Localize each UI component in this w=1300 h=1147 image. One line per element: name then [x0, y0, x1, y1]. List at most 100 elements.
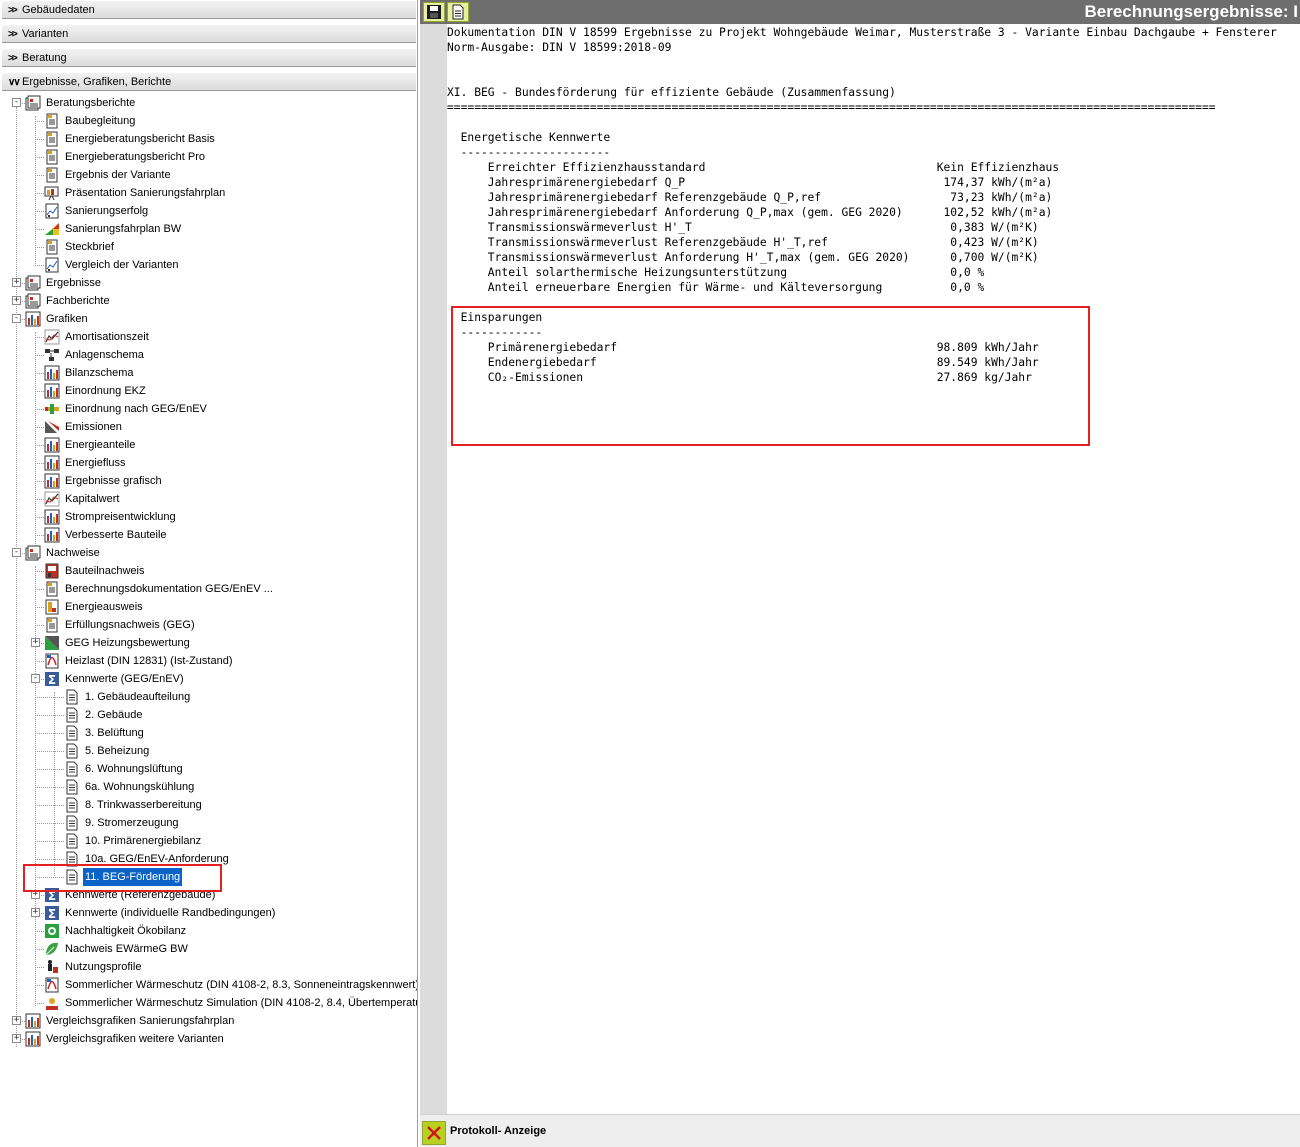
tree-item-vergleichsgrafiken-weitere-varianten[interactable]: + Vergleichsgrafiken weitere Varianten — [0, 1030, 417, 1048]
document-icon — [452, 4, 464, 20]
tree-item-einordnung-ekz[interactable]: Einordnung EKZ — [0, 382, 417, 400]
tree-item-energiefluss[interactable]: Energiefluss — [0, 454, 417, 472]
tree-item-label: 5. Beheizung — [85, 745, 150, 757]
tree-item-emissionen[interactable]: Emissionen — [0, 418, 417, 436]
tree-item-geg-heizungsbewertung[interactable]: + GEG Heizungsbewertung — [0, 634, 417, 652]
accordion-beratung[interactable]: >> Beratung — [2, 48, 416, 67]
tree-connector-line — [35, 805, 64, 806]
tree-connector-line — [35, 463, 44, 464]
tree-item-grafiken[interactable]: - Grafiken — [0, 310, 417, 328]
tree-item-nutzungsprofile[interactable]: Nutzungsprofile — [0, 958, 417, 976]
tree-item-1-gebäudeaufteilung[interactable]: 1. Gebäudeaufteilung — [0, 688, 417, 706]
tree-item-label: Einordnung nach GEG/EnEV — [65, 403, 207, 415]
report-folder-icon — [25, 293, 41, 309]
tree-connector-line — [35, 769, 64, 770]
expand-icon[interactable]: + — [12, 278, 21, 287]
bar-chart-icon — [25, 311, 41, 327]
tree-item-label: Fachberichte — [46, 295, 110, 307]
tree-item-sanierungsfahrplan-bw[interactable]: Sanierungsfahrplan BW — [0, 220, 417, 238]
tree-item-ergebnis-der-variante[interactable]: Ergebnis der Variante — [0, 166, 417, 184]
tree-item-kennwerte-geg-enev[interactable]: - Σ Kennwerte (GEG/EnEV) — [0, 670, 417, 688]
tree-item-label: Nutzungsprofile — [65, 961, 142, 973]
section-heading: XI. BEG - Bundesförderung für effiziente… — [447, 86, 896, 99]
tree-item-kapitalwert[interactable]: Kapitalwert — [0, 490, 417, 508]
bar-chart-icon — [44, 509, 60, 525]
tree-item-ergebnisse-grafisch[interactable]: Ergebnisse grafisch — [0, 472, 417, 490]
tree-item-6a-wohnungskühlung[interactable]: 6a. Wohnungskühlung — [0, 778, 417, 796]
tree-item-energieberatungsbericht-pro[interactable]: Energieberatungsbericht Pro — [0, 148, 417, 166]
tree-item-bauteilnachweis[interactable]: Bauteilnachweis — [0, 562, 417, 580]
tree-item-anlagenschema[interactable]: Anlagenschema — [0, 346, 417, 364]
expand-icon[interactable]: + — [12, 1016, 21, 1025]
tree-connector-line — [35, 391, 44, 392]
document-line: Transmissionswärmeverlust Anforderung H'… — [447, 251, 1039, 264]
tree-item-label: Beratungsberichte — [46, 97, 136, 109]
tree-connector-line — [35, 517, 44, 518]
tree-item-präsentation-sanierungsfahrplan[interactable]: Präsentation Sanierungsfahrplan — [0, 184, 417, 202]
document-icon — [44, 617, 60, 633]
tree-item-einordnung-nach-geg-enev[interactable]: Einordnung nach GEG/EnEV — [0, 400, 417, 418]
tree-connector-line — [35, 751, 64, 752]
tree-item-nachweise[interactable]: - Nachweise — [0, 544, 417, 562]
tree-item-label: Amortisationszeit — [65, 331, 149, 343]
tree-item-9-stromerzeugung[interactable]: 9. Stromerzeugung — [0, 814, 417, 832]
tree-item-beratungsberichte[interactable]: - Beratungsberichte — [0, 94, 417, 112]
document-line: ========================================… — [447, 101, 1216, 114]
tree-item-verbesserte-bauteile[interactable]: Verbesserte Bauteile — [0, 526, 417, 544]
accordion-ergebnisse-grafiken-berichte[interactable]: ∨∨ Ergebnisse, Grafiken, Berichte — [2, 72, 416, 91]
tree-item-fachberichte[interactable]: + Fachberichte — [0, 292, 417, 310]
tree-item-10-primärenergiebilanz[interactable]: 10. Primärenergiebilanz — [0, 832, 417, 850]
tree-item-8-trinkwasserbereitung[interactable]: 8. Trinkwasserbereitung — [0, 796, 417, 814]
tree-item-ergebnisse[interactable]: + Ergebnisse — [0, 274, 417, 292]
expand-icon[interactable]: + — [31, 908, 40, 917]
accordion-gebaeudedaten[interactable]: >> Gebäudedaten — [2, 0, 416, 19]
tree-item-nachweis-ewärmeg-bw[interactable]: Nachweis EWärmeG BW — [0, 940, 417, 958]
tree-item-label: 2. Gebäude — [85, 709, 143, 721]
tree-item-sommerlicher-wärmeschutz-simulation-din-4108-2-8-4-übertemperatur[interactable]: Sommerlicher Wärmeschutz Simulation (DIN… — [0, 994, 417, 1012]
collapse-icon[interactable]: - — [12, 548, 21, 557]
collapse-icon[interactable]: - — [12, 314, 21, 323]
tree-item-bilanzschema[interactable]: Bilanzschema — [0, 364, 417, 382]
expand-icon[interactable]: + — [12, 296, 21, 305]
results-document: Dokumentation DIN V 18599 Ergebnisse zu … — [447, 24, 1300, 1114]
accordion-varianten[interactable]: >> Varianten — [2, 24, 416, 43]
tree-item-amortisationszeit[interactable]: Amortisationszeit — [0, 328, 417, 346]
certificate-icon — [44, 599, 60, 615]
tree-item-6-wohnungslüftung[interactable]: 6. Wohnungslüftung — [0, 760, 417, 778]
tree-item-3-belüftung[interactable]: 3. Belüftung — [0, 724, 417, 742]
save-button[interactable] — [423, 2, 445, 22]
pdf-icon — [44, 653, 60, 669]
tree-item-strompreisentwicklung[interactable]: Strompreisentwicklung — [0, 508, 417, 526]
tree-item-label: Anlagenschema — [65, 349, 144, 361]
tree-item-sommerlicher-wärmeschutz-din-4108-2-8-3-sonneneintragskennwert[interactable]: Sommerlicher Wärmeschutz (DIN 4108-2, 8.… — [0, 976, 417, 994]
tree-item-kennwerte-individuelle-randbedingungen[interactable]: + Σ Kennwerte (individuelle Randbedingunge… — [0, 904, 417, 922]
page-icon — [64, 761, 80, 777]
tree-item-energieberatungsbericht-basis[interactable]: Energieberatungsbericht Basis — [0, 130, 417, 148]
document-button[interactable] — [447, 2, 469, 22]
floppy-disk-icon — [427, 5, 441, 19]
tree-item-5-beheizung[interactable]: 5. Beheizung — [0, 742, 417, 760]
navigation-pane: >> Gebäudedaten >> Varianten >> Beratung ∨∨… — [0, 0, 418, 1147]
tree-item-label: Strompreisentwicklung — [65, 511, 176, 523]
tree-item-energieausweis[interactable]: Energieausweis — [0, 598, 417, 616]
tree-connector-line — [35, 571, 44, 572]
expand-icon[interactable]: + — [31, 638, 40, 647]
tree-item-vergleich-der-varianten[interactable]: Vergleich der Varianten — [0, 256, 417, 274]
tree-item-berechnungsdokumentation-geg-enev[interactable]: Berechnungsdokumentation GEG/EnEV ... — [0, 580, 417, 598]
tree-item-heizlast-din-12831-ist-zustand[interactable]: Heizlast (DIN 12831) (Ist-Zustand) — [0, 652, 417, 670]
collapse-icon[interactable]: - — [12, 98, 21, 107]
tree-item-baubegleitung[interactable]: Baubegleitung — [0, 112, 417, 130]
tree-item-label: 6a. Wohnungskühlung — [85, 781, 195, 793]
tree-item-energieanteile[interactable]: Energieanteile — [0, 436, 417, 454]
tree-item-vergleichsgrafiken-sanierungsfahrplan[interactable]: + Vergleichsgrafiken Sanierungsfahrplan — [0, 1012, 417, 1030]
close-button[interactable] — [422, 1121, 446, 1145]
expand-icon[interactable]: + — [12, 1034, 21, 1043]
tree-item-nachhaltigkeit-ökobilanz[interactable]: Nachhaltigkeit Ökobilanz — [0, 922, 417, 940]
tree-item-erfüllungsnachweis-geg[interactable]: Erfüllungsnachweis (GEG) — [0, 616, 417, 634]
tree-item-sanierungserfolg[interactable]: Sanierungserfolg — [0, 202, 417, 220]
tree-item-2-gebäude[interactable]: 2. Gebäude — [0, 706, 417, 724]
tree-connector-line — [35, 355, 44, 356]
tree-item-steckbrief[interactable]: Steckbrief — [0, 238, 417, 256]
sigma-icon: Σ — [44, 905, 60, 921]
collapse-icon[interactable]: - — [31, 674, 40, 683]
